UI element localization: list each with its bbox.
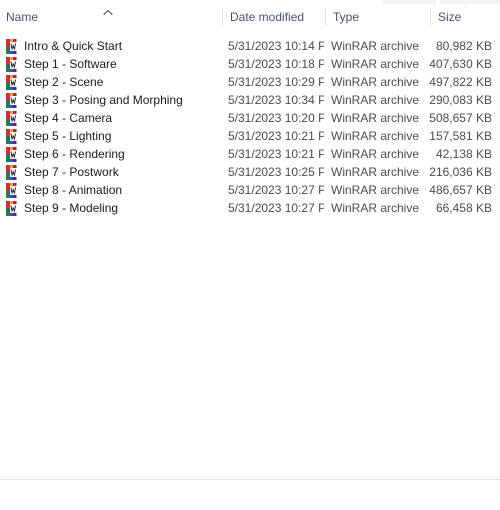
file-row[interactable]: Step 8 - Animation 5/31/2023 10:27 PM WinR…	[0, 181, 500, 199]
file-type-cell: WinRAR archive	[331, 93, 420, 107]
file-date-modified-cell: 5/31/2023 10:20 PM	[228, 111, 324, 125]
file-name-cell: Step 4 - Camera	[24, 111, 113, 125]
status-bar-area	[0, 480, 500, 510]
file-name-cell: Intro & Quick Start	[24, 39, 123, 53]
file-size-cell: 80,982 KB	[435, 39, 492, 53]
file-size-cell: 216,036 KB	[429, 165, 492, 179]
file-type-cell: WinRAR archive	[331, 201, 420, 215]
file-size-cell: 407,630 KB	[429, 57, 492, 71]
column-header-type-label: Type	[333, 10, 360, 24]
winrar-archive-icon	[6, 111, 21, 126]
file-date-modified-cell: 5/31/2023 10:14 PM	[228, 39, 324, 53]
winrar-archive-icon	[6, 129, 21, 144]
column-header-date-modified-label: Date modified	[230, 10, 305, 24]
file-date-modified-cell: 5/31/2023 10:27 PM	[228, 183, 324, 197]
winrar-archive-icon	[6, 147, 21, 162]
file-date-modified-cell: 5/31/2023 10:34 PM	[228, 93, 324, 107]
file-type-cell: WinRAR archive	[331, 129, 420, 143]
winrar-archive-icon	[6, 93, 21, 108]
file-type-cell: WinRAR archive	[331, 57, 420, 71]
file-row[interactable]: Intro & Quick Start 5/31/2023 10:14 PM Win…	[0, 37, 500, 55]
winrar-archive-icon	[6, 183, 21, 198]
chrome-fragment-left	[382, 0, 434, 4]
file-list: Intro & Quick Start 5/31/2023 10:14 PM Win…	[0, 37, 500, 217]
file-type-cell: WinRAR archive	[331, 111, 420, 125]
column-divider-name-date[interactable]	[222, 8, 223, 26]
file-size-cell: 497,822 KB	[429, 75, 492, 89]
file-row[interactable]: Step 3 - Posing and Morphing 5/31/2023 10…	[0, 91, 500, 109]
file-name-cell: Step 3 - Posing and Morphing	[24, 93, 183, 107]
file-size-cell: 157,581 KB	[429, 129, 492, 143]
column-header-row: Name Date modified Type Size	[0, 5, 500, 29]
file-row[interactable]: Step 1 - Software 5/31/2023 10:18 PM WinRA…	[0, 55, 500, 73]
column-header-size-label: Size	[438, 10, 462, 24]
file-type-cell: WinRAR archive	[331, 75, 420, 89]
file-row[interactable]: Step 4 - Camera 5/31/2023 10:20 PM WinRAR …	[0, 109, 500, 127]
file-date-modified-cell: 5/31/2023 10:25 PM	[228, 165, 324, 179]
column-header-name[interactable]: Name	[6, 5, 206, 29]
file-date-modified-cell: 5/31/2023 10:29 PM	[228, 75, 324, 89]
file-row[interactable]: Step 2 - Scene 5/31/2023 10:29 PM WinRAR a…	[0, 73, 500, 91]
chrome-fragment-right	[440, 0, 500, 4]
file-size-cell: 508,657 KB	[429, 111, 492, 125]
file-date-modified-cell: 5/31/2023 10:27 PM	[228, 201, 324, 215]
winrar-archive-icon	[6, 39, 21, 54]
file-name-cell: Step 2 - Scene	[24, 75, 104, 89]
file-type-cell: WinRAR archive	[331, 165, 420, 179]
file-name-cell: Step 5 - Lighting	[24, 129, 112, 143]
winrar-archive-icon	[6, 165, 21, 180]
file-date-modified-cell: 5/31/2023 10:21 PM	[228, 129, 324, 143]
column-divider-type-size[interactable]	[430, 8, 431, 26]
file-type-cell: WinRAR archive	[331, 183, 420, 197]
winrar-archive-icon	[6, 75, 21, 90]
column-divider-date-type[interactable]	[325, 8, 326, 26]
file-date-modified-cell: 5/31/2023 10:21 PM	[228, 147, 324, 161]
file-size-cell: 66,458 KB	[435, 201, 492, 215]
winrar-archive-icon	[6, 57, 21, 72]
file-size-cell: 290,083 KB	[429, 93, 492, 107]
list-bottom-divider-soft	[0, 477, 500, 478]
file-name-cell: Step 6 - Rendering	[24, 147, 125, 161]
file-size-cell: 42,138 KB	[435, 147, 492, 161]
column-header-size[interactable]: Size	[438, 5, 494, 29]
file-row[interactable]: Step 5 - Lighting 5/31/2023 10:21 PM WinRA…	[0, 127, 500, 145]
column-header-name-label: Name	[6, 10, 39, 24]
file-name-cell: Step 9 - Modeling	[24, 201, 119, 215]
file-name-cell: Step 8 - Animation	[24, 183, 123, 197]
file-type-cell: WinRAR archive	[331, 39, 420, 53]
winrar-archive-icon	[6, 201, 21, 216]
file-date-modified-cell: 5/31/2023 10:18 PM	[228, 57, 324, 71]
file-size-cell: 486,657 KB	[429, 183, 492, 197]
column-header-date-modified[interactable]: Date modified	[230, 5, 322, 29]
file-row[interactable]: Step 7 - Postwork 5/31/2023 10:25 PM WinRA…	[0, 163, 500, 181]
file-row[interactable]: Step 9 - Modeling 5/31/2023 10:27 PM WinRA…	[0, 199, 500, 217]
column-header-type[interactable]: Type	[333, 5, 425, 29]
file-name-cell: Step 7 - Postwork	[24, 165, 119, 179]
file-explorer-details-pane: Name Date modified Type Size Intro & Qui…	[0, 0, 500, 510]
file-name-cell: Step 1 - Software	[24, 57, 117, 71]
file-row[interactable]: Step 6 - Rendering 5/31/2023 10:21 PM WinR…	[0, 145, 500, 163]
file-type-cell: WinRAR archive	[331, 147, 420, 161]
